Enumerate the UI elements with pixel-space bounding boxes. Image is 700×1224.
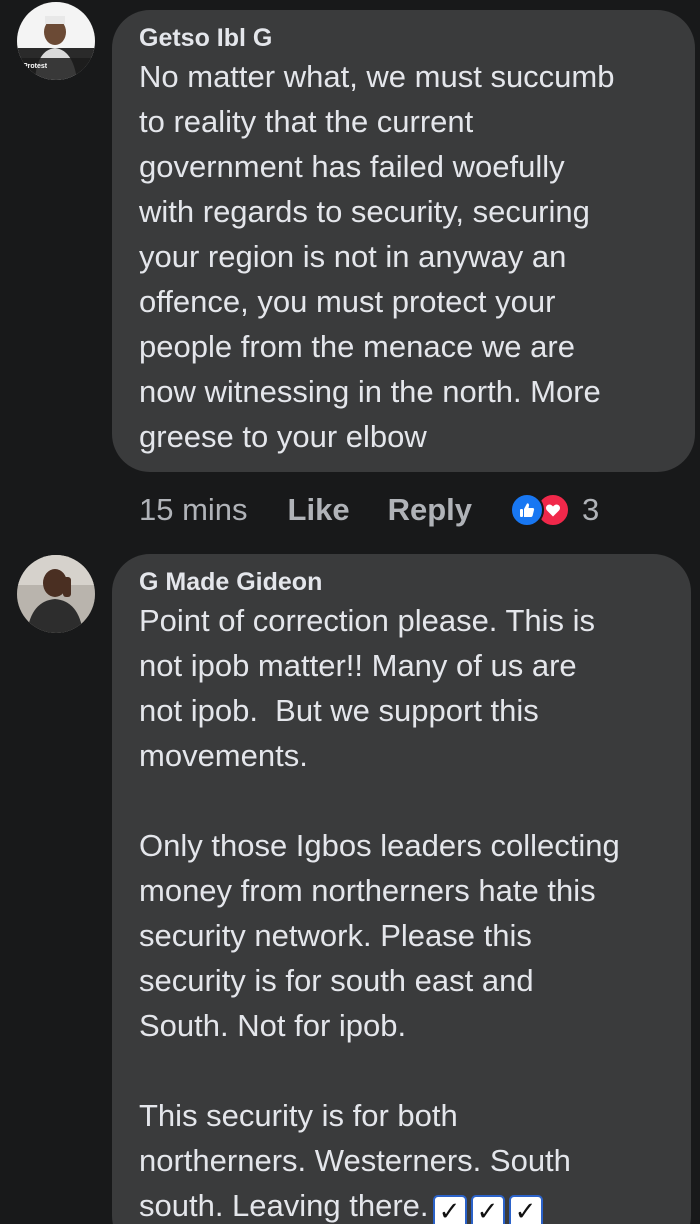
comment-text: Point of correction please. This is not … [139, 598, 667, 1224]
comment-timestamp[interactable]: 15 mins [139, 490, 248, 530]
comment-text: No matter what, we must succumb to reali… [139, 59, 615, 454]
avatar[interactable]: Protest [17, 2, 95, 80]
comment-item: G Made Gideon Point of correction please… [0, 548, 700, 1224]
comment-author[interactable]: Getso Ibl G [139, 24, 671, 52]
comment-bubble[interactable]: Getso Ibl G No matter what, we must succ… [112, 10, 695, 472]
check-mark-button-icon: ✓ [470, 1195, 505, 1224]
comment-bubble[interactable]: G Made Gideon Point of correction please… [112, 554, 691, 1224]
reply-button[interactable]: Reply [388, 490, 472, 530]
like-button[interactable]: Like [288, 490, 350, 530]
comment-text-body: Point of correction please. This is not … [139, 603, 620, 1223]
avatar-photo [17, 555, 95, 633]
comment-item: Protest Getso Ibl G No matter what, we m… [0, 0, 700, 540]
like-icon [510, 493, 544, 527]
reaction-count[interactable]: 3 [582, 490, 599, 530]
comment-author[interactable]: G Made Gideon [139, 568, 667, 596]
comment-actions: 15 mins Like Reply 3 [139, 490, 599, 530]
reactions-summary[interactable] [510, 493, 570, 527]
comment-feed: Protest Getso Ibl G No matter what, we m… [0, 0, 700, 1224]
avatar-photo: Protest [17, 2, 95, 80]
check-mark-button-icon: ✓ [432, 1195, 467, 1224]
avatar[interactable] [17, 555, 95, 633]
avatar-overlay-text: Protest [23, 63, 48, 70]
check-mark-button-icon: ✓ [508, 1195, 543, 1224]
